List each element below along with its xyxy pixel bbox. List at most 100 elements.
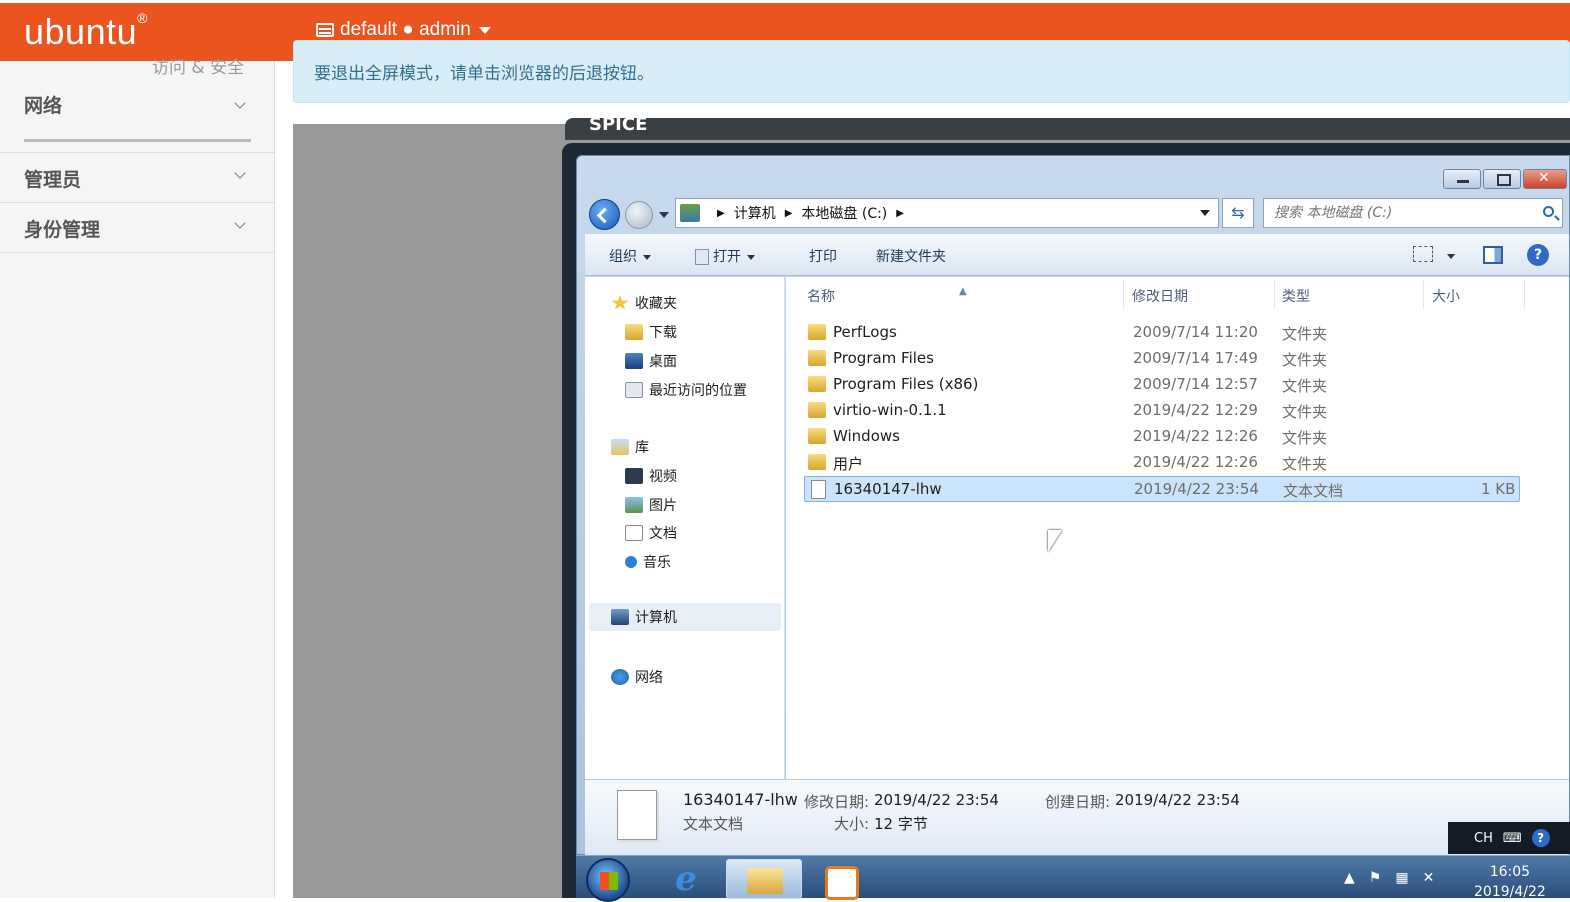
sidebar-section-admin[interactable]: 管理员 xyxy=(0,153,274,203)
maximize-button[interactable] xyxy=(1483,169,1521,189)
nav-computer[interactable]: 计算机 xyxy=(589,603,781,631)
caret-down-icon xyxy=(478,26,491,34)
nav-documents[interactable]: 文档 xyxy=(625,523,677,543)
refresh-icon[interactable]: ⇆ xyxy=(1222,198,1254,228)
search-box[interactable] xyxy=(1263,198,1563,228)
action-center-flag-icon[interactable]: ⚑ xyxy=(1369,870,1382,886)
file-type: 文件夹 xyxy=(1282,429,1328,447)
command-bar: 组织 打开 打印 新建文件夹 ? xyxy=(585,234,1569,276)
project-dropdown[interactable]: default ● admin xyxy=(316,19,491,41)
view-dropdown-icon[interactable] xyxy=(1447,254,1455,259)
column-name[interactable]: 名称 xyxy=(807,286,835,306)
pictures-icon xyxy=(625,497,643,513)
folder-icon xyxy=(808,324,826,340)
library-icon xyxy=(611,439,629,455)
tray-expand-icon[interactable]: ▲ xyxy=(1344,870,1355,886)
minimize-button[interactable] xyxy=(1443,169,1481,189)
column-size[interactable]: 大小 xyxy=(1432,286,1460,306)
ubuntu-logo[interactable]: ubuntu® xyxy=(24,10,148,53)
forward-arrow-icon[interactable] xyxy=(625,201,653,229)
sidebar: 访问 & 安全 网络 管理员 身份管理 xyxy=(0,58,275,898)
close-button[interactable] xyxy=(1523,169,1567,189)
nav-label: 网络 xyxy=(635,670,663,686)
print-button[interactable]: 打印 xyxy=(809,246,837,266)
nav-libraries[interactable]: 库 xyxy=(611,437,649,457)
media-player-icon[interactable] xyxy=(821,859,861,900)
view-options-icon[interactable] xyxy=(1413,246,1433,262)
file-date: 2009/7/14 12:57 xyxy=(1133,375,1258,393)
help-icon[interactable]: ? xyxy=(1531,829,1550,847)
help-icon[interactable]: ? xyxy=(1527,244,1549,266)
sidebar-item-access-security[interactable]: 访问 & 安全 xyxy=(152,53,244,78)
explorer-window[interactable]: ▶ 计算机 ▶ 本地磁盘 (C:) ▶ ⇆ 组织 打开 打印 新建文件夹 ? 收… xyxy=(576,155,1570,855)
file-row[interactable]: virtio-win-0.1.1 2019/4/22 12:29 文件夹 xyxy=(804,398,1520,424)
start-orb-icon[interactable] xyxy=(586,858,630,902)
column-divider[interactable] xyxy=(1123,279,1124,309)
file-type: 文本文档 xyxy=(1283,482,1344,500)
nav-desktop[interactable]: 桌面 xyxy=(625,351,677,371)
volume-muted-icon[interactable]: ✕ xyxy=(1423,870,1435,886)
file-row[interactable]: 用户 2019/4/22 12:26 文件夹 xyxy=(804,450,1520,476)
search-icon[interactable] xyxy=(1543,206,1554,217)
address-bar[interactable]: ▶ 计算机 ▶ 本地磁盘 (C:) ▶ xyxy=(675,198,1219,228)
column-date[interactable]: 修改日期 xyxy=(1132,286,1188,306)
file-date: 2019/4/22 12:26 xyxy=(1133,427,1258,445)
language-indicator[interactable]: CH xyxy=(1474,831,1493,846)
breadcrumb-separator-icon[interactable]: ▶ xyxy=(785,208,793,219)
details-modified: 2019/4/22 23:54 xyxy=(874,791,999,809)
nav-pictures[interactable]: 图片 xyxy=(625,495,677,515)
column-divider[interactable] xyxy=(1274,279,1275,309)
clock[interactable]: 16:05 2019/4/22 xyxy=(1474,862,1546,902)
music-icon xyxy=(625,556,637,568)
nav-label: 音乐 xyxy=(643,555,671,571)
spice-label: SPICE xyxy=(589,114,648,135)
nav-recent[interactable]: 最近访问的位置 xyxy=(625,380,747,400)
nav-downloads[interactable]: 下载 xyxy=(625,322,677,342)
breadcrumb-separator-icon[interactable]: ▶ xyxy=(896,208,904,219)
breadcrumb-local-disk[interactable]: 本地磁盘 (C:) xyxy=(801,203,887,223)
file-date: 2019/4/22 23:54 xyxy=(1134,480,1259,498)
keyboard-icon[interactable]: ⌨ xyxy=(1503,831,1522,846)
file-date: 2019/4/22 12:29 xyxy=(1133,401,1258,419)
file-date: 2009/7/14 11:20 xyxy=(1133,323,1258,341)
window-controls xyxy=(1443,169,1567,189)
search-input[interactable] xyxy=(1264,199,1524,227)
nav-label: 库 xyxy=(635,440,649,456)
file-name: virtio-win-0.1.1 xyxy=(833,401,947,419)
nav-label: 视频 xyxy=(649,469,677,485)
open-icon xyxy=(695,249,709,265)
nav-videos[interactable]: 视频 xyxy=(625,466,677,486)
history-dropdown-icon[interactable] xyxy=(659,212,669,218)
nav-network[interactable]: 网络 xyxy=(611,667,663,687)
network-tray-icon[interactable]: ▦ xyxy=(1395,870,1408,886)
file-type: 文件夹 xyxy=(1282,455,1328,473)
sidebar-section-label: 身份管理 xyxy=(24,219,101,241)
nav-favorites[interactable]: 收藏夹 xyxy=(611,293,677,313)
organize-button[interactable]: 组织 xyxy=(609,246,651,266)
address-dropdown-icon[interactable] xyxy=(1200,210,1210,216)
column-type[interactable]: 类型 xyxy=(1282,286,1310,306)
explorer-taskbar-icon[interactable] xyxy=(726,859,802,899)
back-arrow-icon[interactable] xyxy=(589,199,620,230)
sidebar-section-network[interactable]: 网络 xyxy=(0,91,274,153)
file-row[interactable]: Windows 2019/4/22 12:26 文件夹 xyxy=(804,424,1520,450)
details-pane: 16340147-lhw 文本文档 修改日期: 2019/4/22 23:54 … xyxy=(585,779,1569,855)
nav-music[interactable]: 音乐 xyxy=(625,552,671,572)
sidebar-section-identity[interactable]: 身份管理 xyxy=(0,203,274,253)
file-row-selected[interactable]: 16340147-lhw 2019/4/22 23:54 文本文档 1 KB xyxy=(804,476,1520,502)
fullscreen-alert: 要退出全屏模式，请单击浏览器的后退按钮。 xyxy=(293,40,1570,103)
open-button[interactable]: 打开 xyxy=(695,246,755,266)
column-divider[interactable] xyxy=(1524,279,1525,309)
breadcrumb-computer[interactable]: 计算机 xyxy=(734,203,776,223)
language-bar[interactable]: CH ⌨ ? xyxy=(1448,822,1570,854)
internet-explorer-icon[interactable]: e xyxy=(658,859,714,899)
new-folder-button[interactable]: 新建文件夹 xyxy=(876,246,946,266)
file-row[interactable]: Program Files (x86) 2009/7/14 12:57 文件夹 xyxy=(804,372,1520,398)
sidebar-section-label: 网络 xyxy=(24,95,63,117)
file-row[interactable]: Program Files 2009/7/14 17:49 文件夹 xyxy=(804,346,1520,372)
preview-pane-icon[interactable] xyxy=(1483,246,1503,264)
file-row[interactable]: PerfLogs 2009/7/14 11:20 文件夹 xyxy=(804,320,1520,346)
column-divider[interactable] xyxy=(1423,279,1424,309)
computer-icon xyxy=(611,609,629,625)
breadcrumb-separator-icon[interactable]: ▶ xyxy=(717,208,725,219)
